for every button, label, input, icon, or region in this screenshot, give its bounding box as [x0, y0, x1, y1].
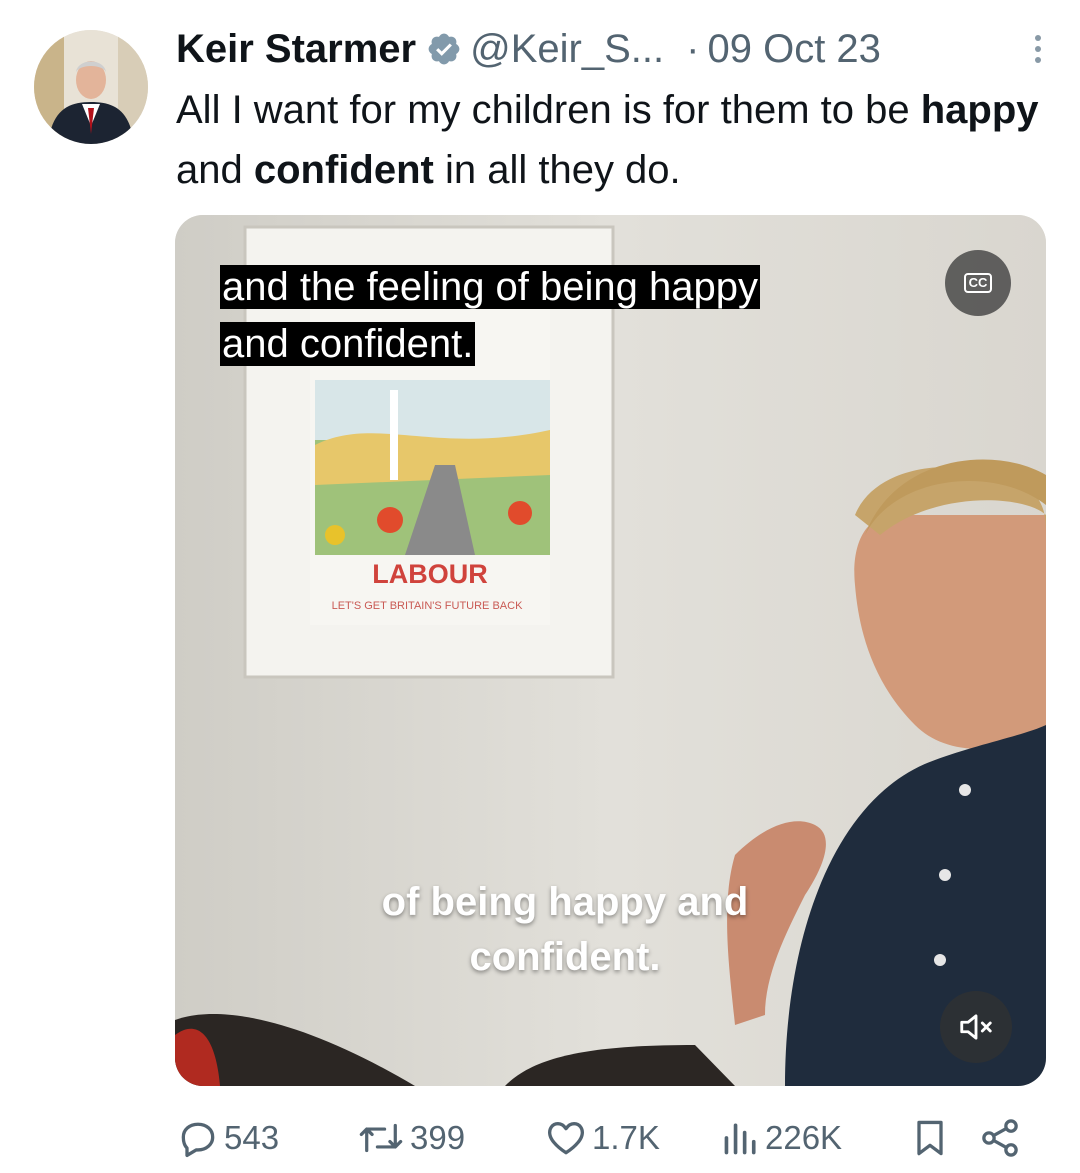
- repost-count: 399: [410, 1119, 466, 1156]
- repost-button[interactable]: 399: [356, 1112, 465, 1164]
- views-button[interactable]: 226K: [721, 1112, 842, 1164]
- tweet-text-bold: confident: [253, 148, 434, 192]
- cc-icon: CC: [963, 273, 993, 293]
- tweet-action-bar: 543 399 1.7K 226K: [176, 1112, 1026, 1164]
- video-player[interactable]: LABOUR LET'S GET BRITAIN'S FUTURE BACK a…: [175, 215, 1046, 1086]
- like-count: 1.7K: [592, 1119, 660, 1156]
- bookmark-button[interactable]: [908, 1112, 952, 1164]
- heart-icon: [548, 1122, 584, 1155]
- analytics-icon: [724, 1123, 756, 1155]
- poster-title: LABOUR: [372, 559, 488, 589]
- like-button[interactable]: 1.7K: [544, 1112, 660, 1164]
- closed-caption-line: and the feeling of being happy: [220, 265, 760, 309]
- burned-caption-line: of being happy and: [381, 880, 749, 924]
- tweet-text-bold: happy: [920, 88, 1039, 132]
- poster-subtitle: LET'S GET BRITAIN'S FUTURE BACK: [332, 600, 523, 612]
- tweet-text-segment: All I want for my children is for them t…: [176, 88, 921, 132]
- view-count: 226K: [765, 1119, 843, 1156]
- repost-icon: [359, 1123, 403, 1153]
- author-name[interactable]: Keir Starmer: [176, 27, 416, 72]
- reply-icon: [181, 1122, 215, 1158]
- speaker-muted-icon: [960, 1014, 992, 1040]
- tweet-text: All I want for my children is for them t…: [176, 80, 1056, 200]
- reply-count: 543: [224, 1119, 280, 1156]
- share-icon: [982, 1119, 1018, 1157]
- avatar-image: [34, 30, 148, 144]
- more-options-icon[interactable]: [1026, 29, 1050, 69]
- closed-caption: and the feeling of being happy and confi…: [220, 259, 760, 373]
- closed-captions-toggle-button[interactable]: CC: [945, 250, 1011, 316]
- bookmark-icon: [917, 1120, 943, 1156]
- verified-badge-icon[interactable]: [426, 31, 462, 67]
- closed-caption-line: and confident.: [220, 322, 476, 366]
- reply-button[interactable]: 543: [176, 1112, 279, 1164]
- tweet-text-segment: in all they do.: [433, 148, 681, 192]
- author-avatar[interactable]: [34, 30, 148, 144]
- burned-in-caption: of being happy and confident.: [375, 875, 755, 985]
- tweet-text-segment: and: [176, 148, 254, 192]
- tweet-date[interactable]: 09 Oct 23: [707, 27, 880, 72]
- tweet-header: Keir Starmer @Keir_S... · 09 Oct 23: [176, 22, 1050, 76]
- author-handle[interactable]: @Keir_S...: [470, 27, 664, 72]
- separator-dot: ·: [686, 26, 700, 71]
- unmute-button[interactable]: [940, 991, 1012, 1063]
- burned-caption-line: confident.: [469, 935, 661, 979]
- share-button[interactable]: [978, 1112, 1022, 1164]
